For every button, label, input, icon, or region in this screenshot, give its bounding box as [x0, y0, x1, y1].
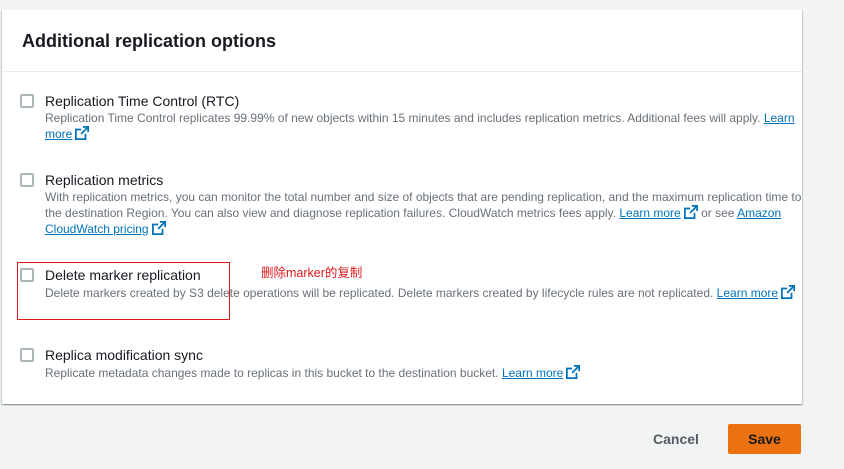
- annotation-highlight-box: [17, 262, 230, 320]
- rtc-checkbox[interactable]: [20, 94, 34, 108]
- cancel-button[interactable]: Cancel: [638, 425, 714, 453]
- delete-marker-learn-more-link[interactable]: Learn more: [716, 285, 796, 300]
- save-button[interactable]: Save: [728, 424, 801, 454]
- replica-sync-description-text: Replicate metadata changes made to repli…: [45, 366, 499, 380]
- replica-sync-learn-more-text: Learn more: [501, 366, 564, 380]
- annotation-note: 删除marker的复制: [261, 266, 363, 280]
- replica-sync-label: Replica modification sync: [45, 347, 203, 363]
- metrics-checkbox[interactable]: [20, 173, 34, 187]
- rtc-description: Replication Time Control replicates 99.9…: [45, 111, 814, 142]
- metrics-description: With replication metrics, you can monito…: [45, 190, 814, 237]
- rtc-label: Replication Time Control (RTC): [45, 93, 240, 109]
- replica-sync-description: Replicate metadata changes made to repli…: [45, 365, 814, 381]
- external-link-icon: [75, 126, 90, 140]
- metrics-learn-more-text: Learn more: [619, 206, 681, 220]
- external-link-icon: [683, 205, 698, 219]
- rtc-description-text: Replication Time Control replicates 99.9…: [45, 111, 761, 125]
- external-link-icon: [566, 365, 581, 379]
- metrics-label: Replication metrics: [45, 172, 164, 188]
- panel-title: Additional replication options: [22, 31, 276, 51]
- delete-marker-learn-more-text: Learn more: [716, 286, 779, 300]
- external-link-icon: [151, 221, 166, 235]
- panel-header: Additional replication options: [2, 10, 802, 72]
- metrics-learn-more-link[interactable]: Learn more: [619, 205, 698, 220]
- option-rtc: Replication Time Control (RTC) Replicati…: [20, 92, 814, 142]
- replica-sync-learn-more-link[interactable]: Learn more: [501, 365, 581, 380]
- replica-sync-checkbox[interactable]: [20, 348, 34, 362]
- option-metrics: Replication metrics With replication met…: [20, 171, 814, 237]
- option-replica-sync: Replica modification sync Replicate meta…: [20, 346, 814, 381]
- external-link-icon: [781, 285, 796, 299]
- metrics-connector-text: or see: [701, 206, 735, 220]
